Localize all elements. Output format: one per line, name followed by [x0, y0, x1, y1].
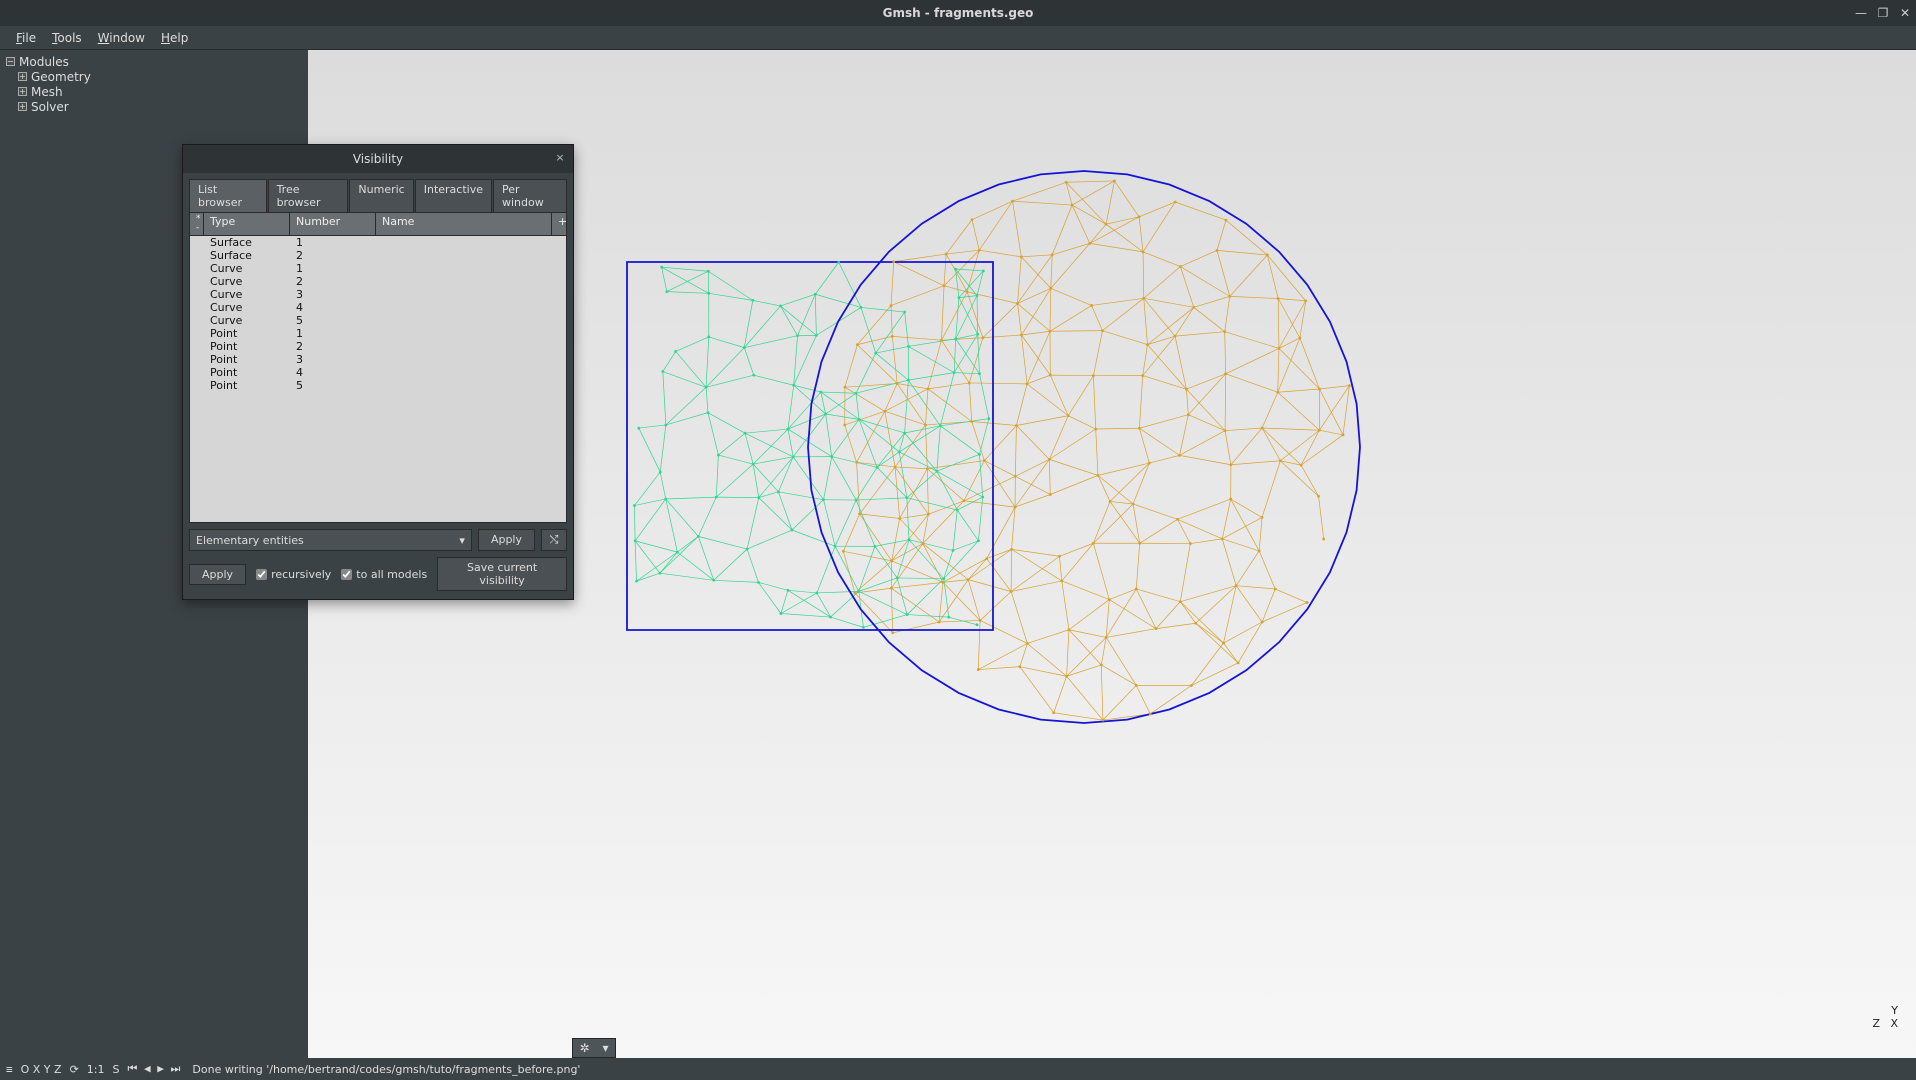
- dialog-tabs: List browserTree browserNumericInteracti…: [183, 173, 573, 212]
- table-row[interactable]: Surface1: [190, 236, 566, 249]
- entity-table: *- Type Number Name + Surface1Surface2Cu…: [189, 212, 567, 523]
- tree-item-mesh[interactable]: +Mesh: [6, 84, 302, 99]
- collapse-icon[interactable]: −: [6, 57, 15, 66]
- refresh-icon: ⤭: [550, 533, 559, 546]
- options-gear[interactable]: ✲ ▾: [572, 1038, 616, 1058]
- rotate-icon[interactable]: ⟳: [70, 1063, 79, 1076]
- tab-interactive[interactable]: Interactive: [415, 179, 492, 212]
- refresh-button[interactable]: ⤭: [541, 529, 567, 551]
- dialog-title-text: Visibility: [353, 152, 403, 166]
- step-button[interactable]: S: [113, 1063, 120, 1076]
- column-plus[interactable]: +: [552, 213, 566, 235]
- table-row[interactable]: Point2: [190, 340, 566, 353]
- tab-list-browser[interactable]: List browser: [189, 179, 267, 212]
- table-row[interactable]: Surface2: [190, 249, 566, 262]
- tab-per-window[interactable]: Per window: [493, 179, 567, 212]
- app-window: Gmsh - fragments.geo — ❐ ✕ File Tools Wi…: [0, 0, 1916, 1080]
- orientation-buttons[interactable]: O X Y Z: [21, 1063, 62, 1076]
- table-row[interactable]: Curve3: [190, 288, 566, 301]
- menu-tools[interactable]: Tools: [44, 29, 90, 47]
- table-row[interactable]: Curve1: [190, 262, 566, 275]
- column-star[interactable]: *-: [190, 213, 204, 235]
- table-row[interactable]: Curve2: [190, 275, 566, 288]
- dialog-titlebar[interactable]: Visibility ×: [183, 145, 573, 173]
- expand-icon[interactable]: +: [18, 102, 27, 111]
- recursively-checkbox[interactable]: recursively: [256, 568, 331, 581]
- column-type[interactable]: Type: [204, 213, 290, 235]
- statusbar: ≡ O X Y Z ⟳ 1:1 S ⏮ ◀ ▶ ⏭ Done writing '…: [0, 1058, 1916, 1080]
- axis-triad: Y Z X: [1872, 1004, 1898, 1030]
- minimize-icon[interactable]: —: [1854, 6, 1868, 20]
- apply-filter-button[interactable]: Apply: [478, 529, 535, 551]
- window-title: Gmsh - fragments.geo: [883, 6, 1034, 20]
- to-all-models-checkbox[interactable]: to all models: [341, 568, 427, 581]
- titlebar: Gmsh - fragments.geo — ❐ ✕: [0, 0, 1916, 26]
- menu-icon[interactable]: ≡: [6, 1063, 13, 1076]
- save-visibility-button[interactable]: Save current visibility: [437, 557, 567, 591]
- column-number[interactable]: Number: [290, 213, 376, 235]
- column-name[interactable]: Name: [376, 213, 552, 235]
- expand-icon[interactable]: +: [18, 87, 27, 96]
- close-icon[interactable]: ✕: [1898, 6, 1912, 20]
- table-row[interactable]: Point5: [190, 379, 566, 392]
- tree-item-solver[interactable]: +Solver: [6, 99, 302, 114]
- chevron-down-icon: ▾: [602, 1041, 608, 1055]
- status-message: Done writing '/home/bertrand/codes/gmsh/…: [192, 1063, 580, 1076]
- menu-window[interactable]: Window: [90, 29, 153, 47]
- tab-tree-browser[interactable]: Tree browser: [268, 179, 349, 212]
- zoom-ratio[interactable]: 1:1: [87, 1063, 105, 1076]
- menu-help[interactable]: Help: [153, 29, 196, 47]
- nav-buttons[interactable]: ⏮ ◀ ▶ ⏭: [127, 1062, 180, 1076]
- tab-numeric[interactable]: Numeric: [349, 179, 413, 212]
- table-row[interactable]: Curve4: [190, 301, 566, 314]
- entity-type-select[interactable]: Elementary entities ▾: [189, 529, 472, 551]
- table-row[interactable]: Point3: [190, 353, 566, 366]
- apply-button[interactable]: Apply: [189, 564, 246, 585]
- gear-icon: ✲: [579, 1041, 589, 1055]
- expand-icon[interactable]: +: [18, 72, 27, 81]
- visibility-dialog: Visibility × List browserTree browserNum…: [182, 144, 574, 600]
- menu-file[interactable]: File: [8, 29, 44, 47]
- table-row[interactable]: Point4: [190, 366, 566, 379]
- tree-root[interactable]: − Modules: [6, 54, 302, 69]
- chevron-down-icon: ▾: [459, 534, 465, 547]
- maximize-icon[interactable]: ❐: [1876, 6, 1890, 20]
- table-row[interactable]: Curve5: [190, 314, 566, 327]
- dialog-close-icon[interactable]: ×: [553, 151, 567, 165]
- menubar: File Tools Window Help: [0, 26, 1916, 50]
- tree-item-geometry[interactable]: +Geometry: [6, 69, 302, 84]
- table-row[interactable]: Point1: [190, 327, 566, 340]
